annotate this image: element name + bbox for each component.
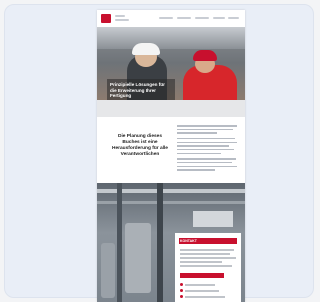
box-line [180, 253, 230, 255]
section-copy [177, 125, 239, 173]
machine-tank [101, 243, 115, 298]
copy-line [177, 132, 217, 134]
box-line [180, 257, 236, 259]
contact-button[interactable] [180, 273, 224, 278]
nav-link[interactable] [213, 17, 225, 19]
hero-caption: Prinzipielle Lösungen für die Erweiterun… [107, 79, 175, 102]
pipe [117, 183, 122, 302]
copy-line [177, 141, 237, 144]
factory-image: KONTAKT [97, 183, 245, 302]
bullet-text [185, 284, 215, 286]
webpage-preview[interactable]: Prinzipielle Lösungen für die Erweiterun… [97, 10, 245, 302]
copy-line [177, 128, 233, 131]
box-line [180, 265, 232, 267]
brand-logo[interactable] [101, 14, 111, 23]
copy-line [177, 145, 229, 147]
machine-tank [125, 223, 151, 293]
content-section: Die Planung dieses Buches ist eine Herau… [97, 117, 245, 182]
copy-line [177, 148, 234, 151]
bullet-text [185, 296, 225, 298]
bullet-icon [180, 295, 183, 298]
hero-ceiling [97, 27, 245, 49]
section-headline: Die Planung dieses Buches ist eine Herau… [112, 134, 168, 157]
bullet-text [185, 290, 219, 292]
nav-link[interactable] [195, 17, 209, 19]
copy-line [177, 161, 232, 164]
box-line [180, 249, 234, 251]
pipe [193, 211, 233, 227]
nav-link[interactable] [228, 17, 239, 19]
copy-line [177, 158, 236, 160]
red-helmet-icon [193, 50, 217, 61]
preview-card: Prinzipielle Lösungen für die Erweiterun… [4, 4, 314, 302]
box-line [180, 261, 222, 263]
copy-line [177, 125, 237, 127]
pipe [157, 183, 163, 302]
contact-box-title: KONTAKT [180, 238, 197, 243]
white-helmet-icon [132, 43, 160, 55]
hero-band [97, 100, 245, 117]
nav-link[interactable] [159, 17, 173, 19]
brand-tagline-line [115, 19, 129, 21]
nav-link[interactable] [177, 17, 191, 19]
top-nav [97, 10, 245, 27]
bullet-icon [180, 289, 183, 292]
copy-line [177, 169, 215, 171]
copy-line [177, 137, 235, 140]
copy-line [177, 152, 221, 155]
bullet-icon [180, 283, 183, 286]
contact-box: KONTAKT [175, 233, 241, 302]
copy-line [177, 165, 237, 167]
brand-tagline-line [115, 15, 125, 17]
